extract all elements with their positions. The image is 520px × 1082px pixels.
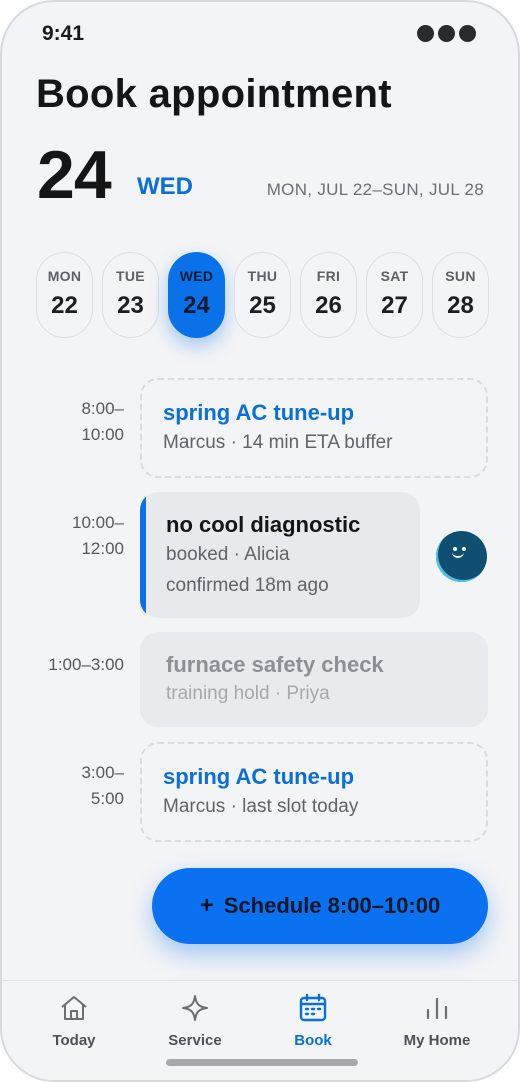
slot-time-end: 12:00 (81, 539, 124, 558)
day-date: 22 (51, 292, 78, 319)
open-slot-card[interactable]: spring AC tune-up Marcus · 14 min ETA bu… (140, 378, 488, 478)
day-name: MON (47, 268, 82, 284)
week-strip: MON 22 TUE 23 WED 24 THU 25 FRI 26 SAT 27 SUN 2… (36, 252, 489, 338)
house-icon (24, 991, 124, 1025)
selected-day-number: 24 (37, 137, 112, 213)
day-pill-thu[interactable]: THU 25 (234, 252, 291, 338)
day-date: 26 (315, 292, 342, 319)
tab-label: Book (294, 1032, 332, 1049)
slot-title: furnace safety check (166, 652, 384, 677)
slot-time: 3:00– 5:00 (34, 760, 124, 812)
home-indicator[interactable] (166, 1059, 358, 1066)
slot-time-start: 3:00– (81, 763, 124, 782)
tab-label: Service (168, 1032, 222, 1049)
day-pill-tue[interactable]: TUE 23 (102, 252, 159, 338)
slot-detail: Marcus · last slot today (163, 796, 359, 817)
phone-screen: 9:41 Book appointment 24 WED MON, JUL 22… (0, 0, 520, 1082)
sparkle-icon (145, 991, 245, 1025)
selected-day-name: WED (137, 173, 193, 200)
slot-time: 8:00– 10:00 (34, 396, 124, 448)
slot-time-start: 10:00– (72, 513, 124, 532)
plus-icon: + (199, 892, 214, 919)
day-pill-sat[interactable]: SAT 27 (366, 252, 423, 338)
day-date: 23 (117, 292, 144, 319)
slot-detail: Marcus · 14 min ETA buffer (163, 432, 393, 453)
slot-time: 1:00–3:00 (48, 655, 124, 674)
slot-confirmation: confirmed 18m ago (166, 575, 329, 596)
status-dots-icon (417, 25, 476, 42)
status-time: 9:41 (42, 22, 85, 45)
day-name: WED (179, 268, 214, 284)
schedule-button-label: Schedule 8:00–10:00 (223, 893, 441, 918)
day-pill-sun[interactable]: SUN 28 (432, 252, 489, 338)
slot-title: no cool diagnostic (166, 512, 361, 537)
day-name: THU (247, 268, 278, 284)
week-range: MON, JUL 22–SUN, JUL 28 (266, 180, 484, 199)
tab-label: Today (52, 1032, 96, 1049)
day-pill-fri[interactable]: FRI 26 (300, 252, 357, 338)
calendar-icon (263, 991, 363, 1025)
slot-time-end: 5:00 (90, 789, 124, 808)
day-name: TUE (116, 268, 145, 284)
day-date: 28 (447, 292, 474, 319)
slot-time-start: 8:00– (81, 399, 124, 418)
day-name: SAT (380, 268, 409, 284)
tab-book[interactable]: Book (263, 991, 363, 1049)
avatar[interactable] (436, 531, 487, 582)
slot-time: 10:00– 12:00 (34, 510, 124, 562)
open-slot-card[interactable]: spring AC tune-up Marcus · last slot tod… (140, 742, 488, 842)
day-pill-mon[interactable]: MON 22 (36, 252, 93, 338)
slot-title: spring AC tune-up (163, 764, 355, 789)
tab-bar: Today Service Book My Home (2, 980, 518, 1080)
tab-my-home[interactable]: My Home (387, 991, 487, 1049)
slot-detail: training hold · Priya (166, 683, 330, 704)
page-title: Book appointment (36, 72, 392, 116)
hold-slot-card: furnace safety check training hold · Pri… (140, 632, 488, 727)
schedule-button[interactable]: + Schedule 8:00–10:00 (152, 868, 488, 944)
booked-slot-card[interactable]: no cool diagnostic booked · Alicia confi… (140, 492, 420, 618)
day-date: 25 (249, 292, 276, 319)
slot-time-end: 10:00 (81, 425, 124, 444)
tab-label: My Home (403, 1032, 471, 1049)
day-date: 24 (183, 292, 210, 319)
booked-indicator-bar (140, 492, 146, 618)
tab-service[interactable]: Service (145, 991, 245, 1049)
slot-detail: booked · Alicia (166, 544, 290, 565)
day-date: 27 (381, 292, 408, 319)
tab-today[interactable]: Today (24, 991, 124, 1049)
slot-title: spring AC tune-up (163, 400, 355, 425)
day-pill-wed[interactable]: WED 24 (168, 252, 225, 338)
day-name: SUN (445, 268, 476, 284)
bar-chart-icon (387, 991, 487, 1025)
day-name: FRI (316, 268, 341, 284)
